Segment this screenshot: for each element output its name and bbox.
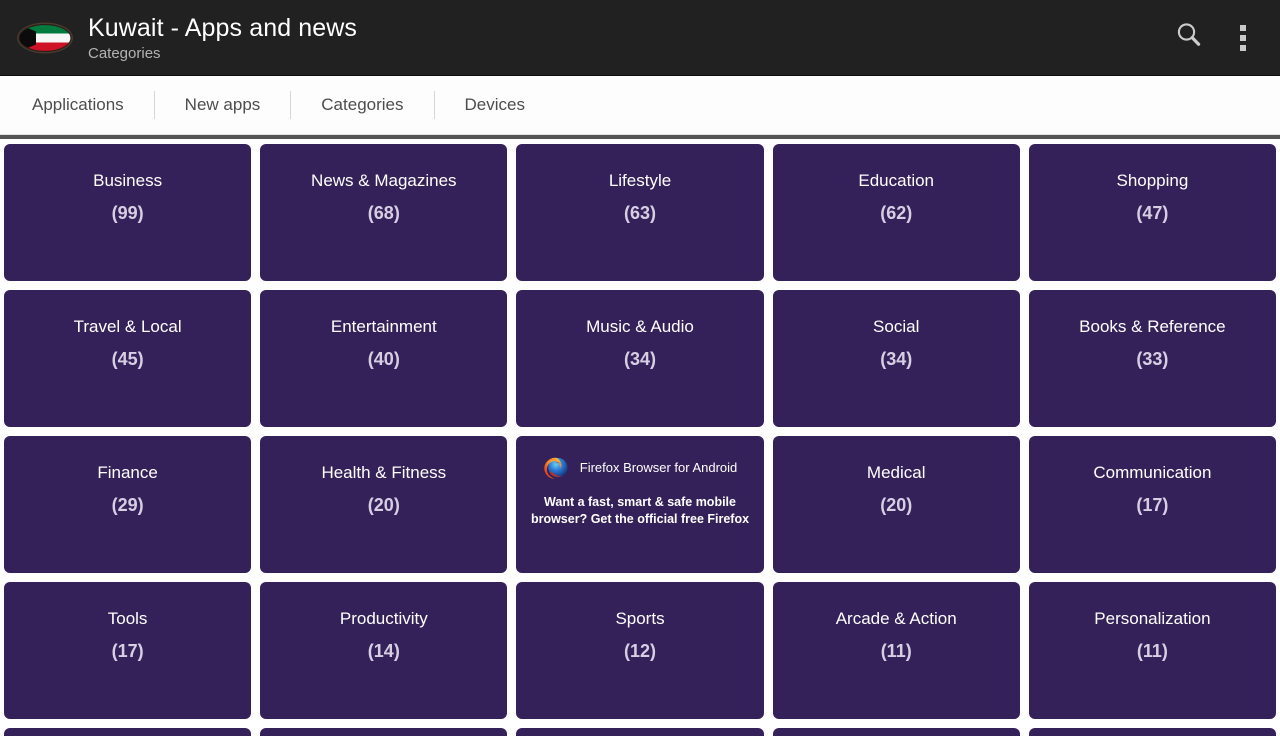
category-count: (47)	[1136, 203, 1169, 223]
category-count: (11)	[1136, 641, 1168, 661]
category-count: (11)	[880, 641, 912, 661]
tab-applications[interactable]: Applications	[2, 76, 154, 134]
firefox-ad-header: Firefox Browser for Android	[516, 454, 763, 482]
kuwait-flag-icon	[16, 21, 74, 55]
category-count: (29)	[111, 495, 144, 515]
category-tile[interactable]	[260, 728, 508, 736]
tab-devices[interactable]: Devices	[435, 76, 555, 134]
category-name: Arcade & Action	[835, 609, 957, 628]
category-name: Music & Audio	[586, 317, 694, 336]
category-count: (20)	[880, 495, 913, 515]
tab-label: Devices	[464, 95, 525, 114]
overflow-menu-icon	[1240, 24, 1246, 51]
category-name: Personalization	[1094, 609, 1211, 628]
category-name: Social	[873, 317, 920, 336]
search-icon	[1173, 19, 1205, 56]
category-count: (12)	[624, 641, 657, 661]
category-name: Sports	[615, 609, 665, 628]
tab-bar: Applications New apps Categories Devices	[0, 76, 1280, 134]
category-name: Lifestyle	[608, 171, 672, 190]
category-tile[interactable]: Social (34)	[772, 290, 1020, 427]
category-name: Entertainment	[330, 317, 437, 336]
category-tile[interactable]: Lifestyle (63)	[516, 144, 764, 281]
category-tile[interactable]: Communication (17)	[1028, 436, 1277, 573]
category-count: (68)	[367, 203, 400, 223]
category-tile[interactable]: Books & Reference (33)	[1028, 290, 1277, 427]
category-tile[interactable]: Personalization (11)	[1028, 582, 1277, 719]
category-name: Tools	[107, 609, 148, 628]
category-tile[interactable]: Health & Fitness (20)	[260, 436, 508, 573]
category-tile[interactable]: Finance (29)	[4, 436, 252, 573]
category-count: (34)	[880, 349, 913, 369]
category-tile[interactable]: Sports (12)	[516, 582, 764, 719]
category-tile[interactable]: Productivity (14)	[260, 582, 508, 719]
category-name: Education	[858, 171, 935, 190]
tab-label: Applications	[32, 95, 124, 114]
app-header: Kuwait - Apps and news Categories	[0, 0, 1280, 76]
category-name: Finance	[97, 463, 158, 482]
category-tile[interactable]	[772, 728, 1020, 736]
category-tile[interactable]: Business (99)	[4, 144, 252, 281]
tab-label: Categories	[321, 95, 404, 114]
category-count: (99)	[111, 203, 144, 223]
tab-new-apps[interactable]: New apps	[155, 76, 291, 134]
category-tile[interactable]	[1028, 728, 1277, 736]
page-title: Kuwait - Apps and news	[88, 13, 358, 42]
firefox-logo-icon	[543, 454, 571, 482]
category-count: (17)	[1136, 495, 1169, 515]
category-count: (20)	[367, 495, 400, 515]
category-tile[interactable]: Travel & Local (45)	[4, 290, 252, 427]
category-name: Business	[93, 171, 163, 190]
category-tile[interactable]	[516, 728, 764, 736]
category-name: Communication	[1093, 463, 1212, 482]
grid-row: Travel & Local (45) Entertainment (40) M…	[4, 290, 1277, 427]
search-button[interactable]	[1158, 5, 1220, 71]
firefox-ad-body: Want a fast, smart & safe mobile browser…	[530, 495, 750, 526]
category-tile[interactable]: Music & Audio (34)	[516, 290, 764, 427]
category-count: (62)	[880, 203, 913, 223]
grid-row: Business (99) News & Magazines (68) Life…	[4, 144, 1277, 281]
category-tile[interactable]	[4, 728, 252, 736]
category-name: Travel & Local	[73, 317, 182, 336]
grid-row-partial	[4, 728, 1277, 736]
category-tile[interactable]: News & Magazines (68)	[260, 144, 508, 281]
tab-label: New apps	[184, 95, 261, 114]
category-name: Medical	[866, 463, 926, 482]
category-count: (34)	[624, 349, 657, 369]
category-count: (63)	[624, 203, 657, 223]
category-count: (40)	[367, 349, 400, 369]
category-name: Books & Reference	[1079, 317, 1226, 336]
category-count: (33)	[1136, 349, 1169, 369]
firefox-ad-title: Firefox Browser for Android	[579, 460, 738, 475]
header-actions	[1158, 5, 1266, 71]
overflow-menu-button[interactable]	[1220, 5, 1266, 71]
category-tile[interactable]: Arcade & Action (11)	[772, 582, 1020, 719]
category-name: News & Magazines	[311, 171, 457, 190]
grid-row: Tools (17) Productivity (14) Sports (12)…	[4, 582, 1277, 719]
category-tile[interactable]: Tools (17)	[4, 582, 252, 719]
category-tile[interactable]: Entertainment (40)	[260, 290, 508, 427]
header-titles: Kuwait - Apps and news Categories	[88, 13, 1158, 63]
tab-categories[interactable]: Categories	[291, 76, 433, 134]
category-tile[interactable]: Education (62)	[772, 144, 1020, 281]
category-tile[interactable]: Medical (20)	[772, 436, 1020, 573]
category-count: (45)	[111, 349, 144, 369]
page-subtitle: Categories	[88, 44, 161, 62]
category-grid: Business (99) News & Magazines (68) Life…	[0, 139, 1280, 736]
grid-row: Finance (29) Health & Fitness (20) Firef…	[4, 436, 1277, 573]
category-count: (17)	[111, 641, 144, 661]
firefox-ad-tile[interactable]: Firefox Browser for Android Want a fast,…	[516, 436, 764, 573]
category-name: Health & Fitness	[321, 463, 447, 482]
category-name: Shopping	[1116, 171, 1189, 190]
category-count: (14)	[367, 641, 400, 661]
category-name: Productivity	[339, 609, 428, 628]
category-tile[interactable]: Shopping (47)	[1028, 144, 1277, 281]
